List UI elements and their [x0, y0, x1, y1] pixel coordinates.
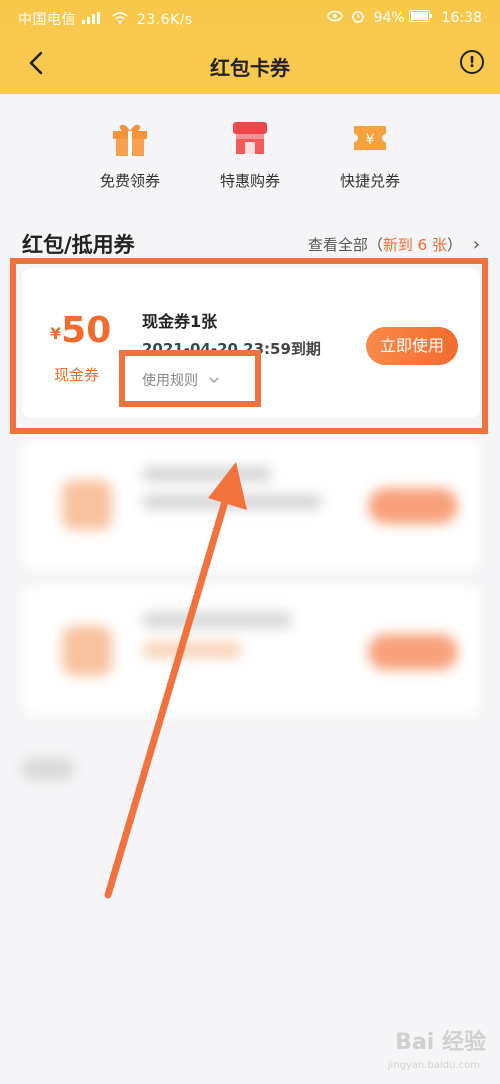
- signal-icon: [81, 12, 103, 28]
- quick-action-label: 快捷兑券: [339, 172, 400, 190]
- highlight-box-card: [10, 258, 488, 434]
- chevron-right-icon: ›: [472, 234, 480, 255]
- blurred-section-label: [22, 758, 74, 780]
- page-title: 红包卡券: [210, 56, 290, 80]
- quick-action-label: 特惠购券: [219, 172, 280, 190]
- info-icon[interactable]: !: [460, 50, 484, 74]
- top-app-bar: 红包卡券 !: [0, 34, 500, 94]
- quick-action-label: 免费领券: [99, 172, 160, 190]
- battery-percent: 94%: [373, 10, 405, 26]
- view-all-link[interactable]: 查看全部（新到 6 张） ›: [308, 234, 480, 255]
- wifi-icon: [112, 12, 128, 28]
- store-icon: [230, 118, 270, 158]
- highlight-box-rules: [119, 350, 261, 407]
- clock-time: 16:38: [441, 10, 482, 26]
- status-left: 中国电信 23.6K/s: [18, 9, 193, 29]
- status-bar: 中国电信 23.6K/s 94% 16:38: [0, 0, 500, 34]
- quick-action-quick-redeem[interactable]: ¥ 快捷兑券: [320, 118, 420, 191]
- battery-icon: [409, 10, 433, 26]
- eye-icon: [326, 10, 343, 26]
- blurred-coupon-card: [22, 440, 480, 570]
- watermark-url: jingyan.baidu.com: [387, 1060, 480, 1071]
- view-all-label: 查看全部（: [307, 236, 383, 254]
- svg-text:¥: ¥: [366, 132, 375, 148]
- new-count: 新到 6 张: [382, 236, 447, 254]
- quick-action-discount-purchase[interactable]: 特惠购券: [200, 118, 300, 191]
- quick-actions: 免费领券 特惠购券 ¥ 快捷兑券: [0, 118, 500, 198]
- network-speed: 23.6K/s: [136, 12, 193, 28]
- alarm-icon: [351, 9, 365, 27]
- view-all-close: ）: [447, 236, 463, 254]
- ticket-yen-icon: ¥: [350, 118, 390, 158]
- blurred-coupon-card: [22, 586, 480, 716]
- carrier-label: 中国电信: [18, 12, 76, 28]
- section-title: 红包/抵用券: [22, 233, 135, 257]
- quick-action-free-coupons[interactable]: 免费领券: [80, 118, 180, 191]
- gift-icon: [110, 118, 150, 158]
- watermark-logo: Bai 经验: [395, 1030, 486, 1055]
- status-right: 94% 16:38: [326, 9, 482, 27]
